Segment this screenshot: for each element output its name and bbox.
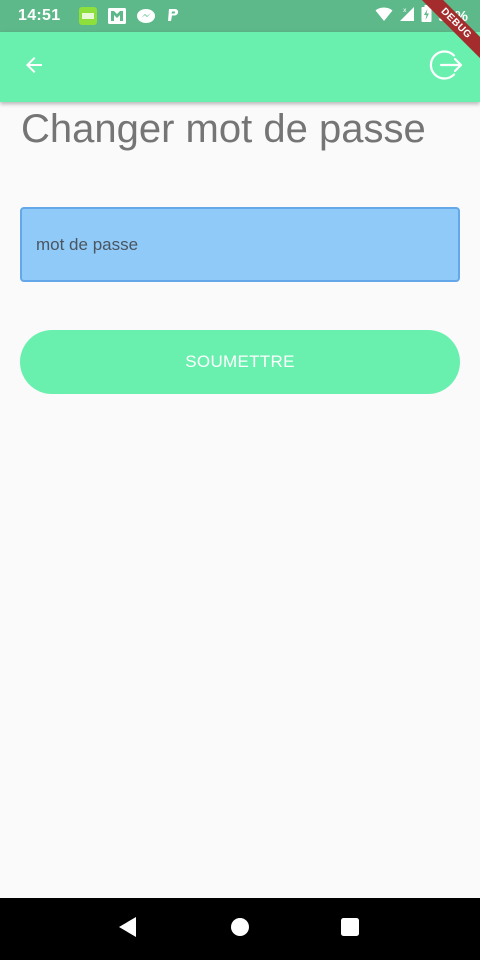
battery-icon (421, 5, 432, 27)
submit-button[interactable]: SOUMETTRE (20, 330, 460, 394)
system-icons: x 99% (375, 5, 468, 27)
status-bar: 14:51 x 99% (0, 0, 480, 32)
page-title: Changer mot de passe (21, 107, 426, 151)
signal-icon: x (399, 6, 415, 27)
logout-button[interactable] (426, 47, 466, 87)
gmail-icon (107, 7, 127, 25)
app-bar (0, 32, 480, 102)
notification-icons (78, 6, 181, 26)
svg-text:x: x (403, 7, 407, 14)
wifi-icon (375, 6, 393, 27)
navigation-bar (0, 898, 480, 960)
status-time: 14:51 (18, 7, 61, 24)
home-icon (230, 917, 250, 942)
nav-back-button[interactable] (116, 916, 140, 943)
nav-home-button[interactable] (229, 917, 251, 942)
recents-icon (340, 917, 360, 942)
arrow-back-icon (22, 53, 46, 82)
logout-icon (428, 47, 464, 88)
battery-percent: 99% (437, 7, 468, 25)
screen: 14:51 x 99% DEBUG Changer mot de passe S… (0, 0, 480, 960)
messenger-icon (136, 7, 156, 25)
back-button[interactable] (16, 49, 52, 85)
back-icon (118, 916, 138, 943)
nav-recents-button[interactable] (339, 917, 361, 942)
password-field[interactable] (20, 207, 460, 282)
paypal-icon (165, 7, 181, 25)
app-icon (78, 6, 98, 26)
